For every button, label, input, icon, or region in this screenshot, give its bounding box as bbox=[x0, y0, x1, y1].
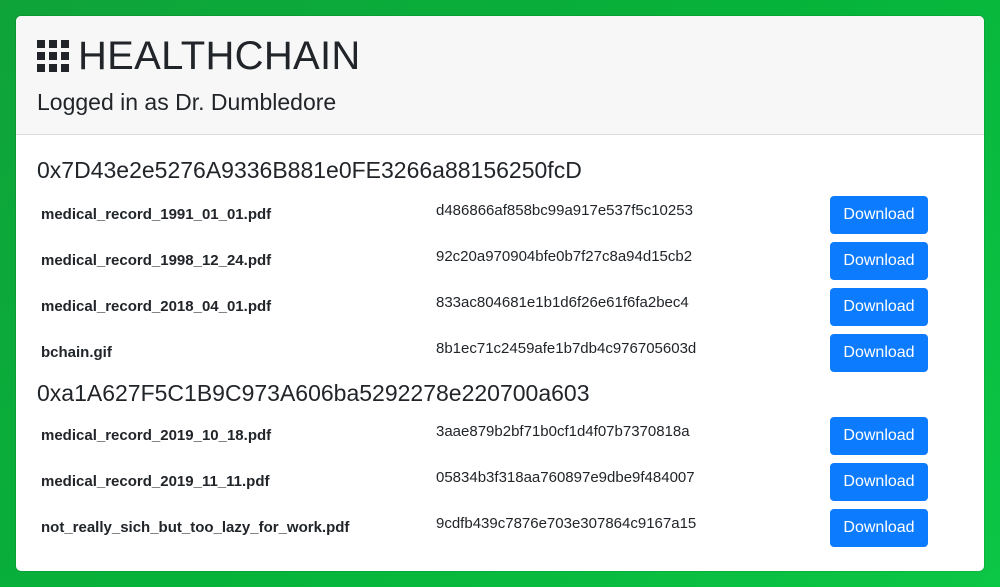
file-name: medical_record_2019_10_18.pdf bbox=[41, 427, 272, 444]
file-row: medical_record_2019_10_18.pdf 3aae879b2b… bbox=[16, 417, 984, 455]
download-button[interactable]: Download bbox=[830, 509, 928, 547]
file-hash: 833ac804681e1b1d6f26e61f6fa2bec4 bbox=[436, 294, 689, 311]
file-name: medical_record_1991_01_01.pdf bbox=[41, 206, 272, 223]
file-hash: d486866af858bc99a917e537f5c10253 bbox=[436, 202, 693, 219]
brand: HEALTHCHAIN bbox=[37, 34, 361, 78]
file-row: not_really_sich_but_too_lazy_for_work.pd… bbox=[16, 509, 984, 547]
file-name: medical_record_1998_12_24.pdf bbox=[41, 252, 272, 269]
download-button[interactable]: Download bbox=[830, 463, 928, 501]
file-name: medical_record_2018_04_01.pdf bbox=[41, 298, 272, 315]
file-hash: 92c20a970904bfe0b7f27c8a94d15cb2 bbox=[436, 248, 693, 265]
file-name: medical_record_2019_11_11.pdf bbox=[41, 473, 270, 490]
file-hash: 9cdfb439c7876e703e307864c9167a15 bbox=[436, 515, 697, 532]
logged-in-status: Logged in as Dr. Dumbledore bbox=[37, 89, 337, 115]
file-hash: 05834b3f318aa760897e9dbe9f484007 bbox=[436, 469, 695, 486]
download-button[interactable]: Download bbox=[830, 242, 928, 280]
file-name: not_really_sich_but_too_lazy_for_work.pd… bbox=[41, 519, 350, 536]
apps-grid-icon bbox=[37, 40, 69, 72]
card-header: HEALTHCHAIN Logged in as Dr. Dumbledore bbox=[16, 16, 984, 135]
file-row: medical_record_2018_04_01.pdf 833ac80468… bbox=[16, 288, 984, 326]
file-hash: 8b1ec71c2459afe1b7db4c976705603d bbox=[436, 340, 697, 357]
account-address: 0x7D43e2e5276A9336B881e0FE3266a88156250f… bbox=[37, 157, 582, 183]
download-button[interactable]: Download bbox=[830, 417, 928, 455]
file-row: medical_record_1998_12_24.pdf 92c20a9709… bbox=[16, 242, 984, 280]
file-row: medical_record_1991_01_01.pdf d486866af8… bbox=[16, 196, 984, 234]
account-address: 0xa1A627F5C1B9C973A606ba5292278e220700a6… bbox=[37, 380, 590, 406]
main-card: HEALTHCHAIN Logged in as Dr. Dumbledore … bbox=[16, 16, 984, 571]
file-row: bchain.gif 8b1ec71c2459afe1b7db4c9767056… bbox=[16, 334, 984, 372]
download-button[interactable]: Download bbox=[830, 334, 928, 372]
file-hash: 3aae879b2bf71b0cf1d4f07b7370818a bbox=[436, 423, 690, 440]
download-button[interactable]: Download bbox=[830, 196, 928, 234]
file-row: medical_record_2019_11_11.pdf 05834b3f31… bbox=[16, 463, 984, 501]
app-title: HEALTHCHAIN bbox=[78, 34, 361, 78]
file-name: bchain.gif bbox=[41, 344, 112, 361]
download-button[interactable]: Download bbox=[830, 288, 928, 326]
